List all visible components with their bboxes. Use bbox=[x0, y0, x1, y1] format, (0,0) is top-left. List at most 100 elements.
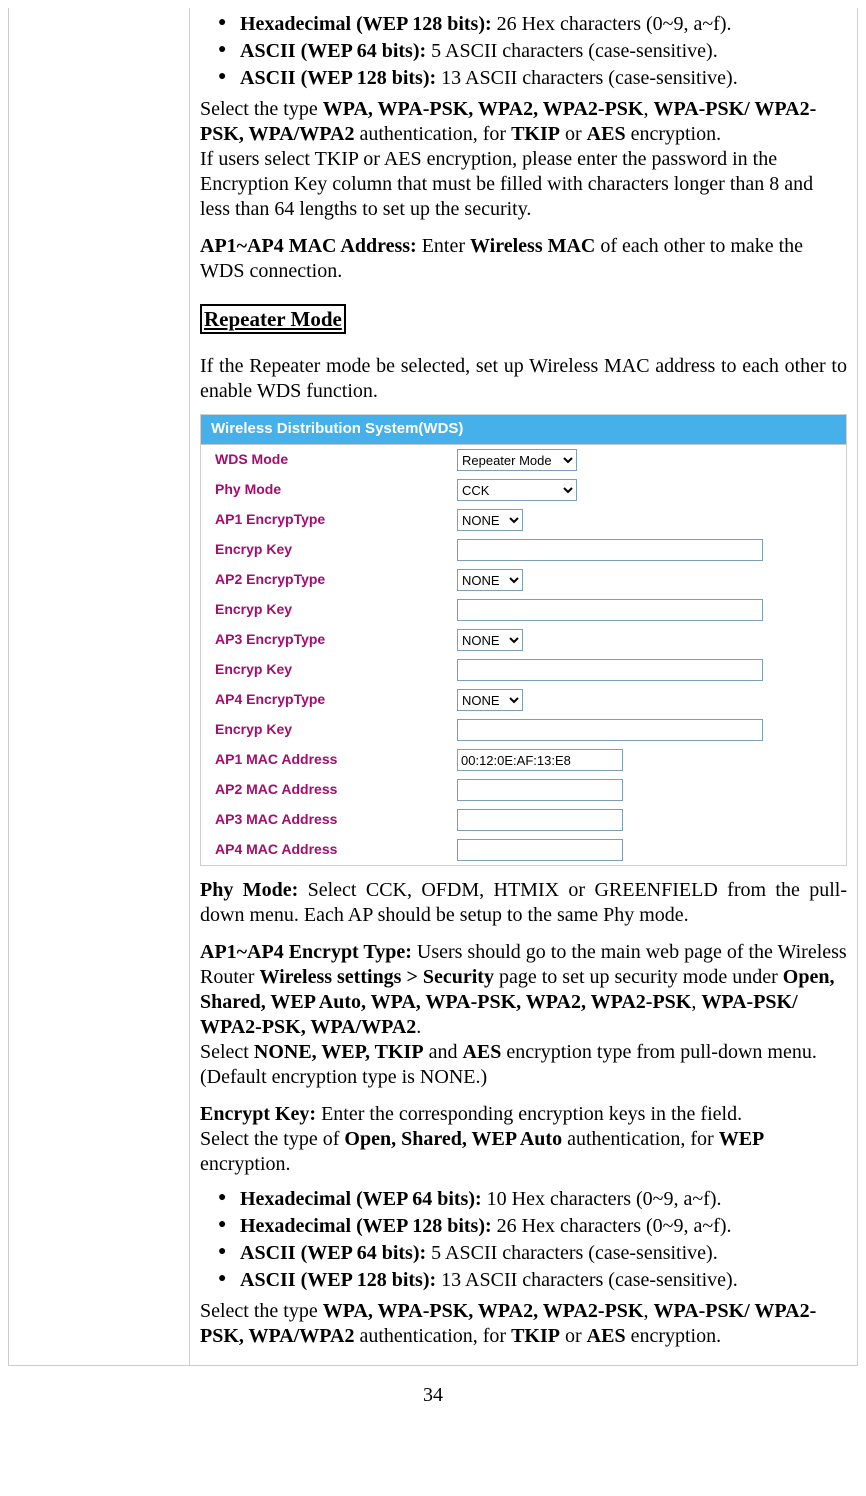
paragraph-macaddr: AP1~AP4 MAC Address: Enter Wireless MAC … bbox=[200, 234, 847, 284]
text: Select bbox=[200, 1041, 254, 1063]
paragraph-encrypt-type: AP1~AP4 Encrypt Type: Users should go to… bbox=[200, 940, 847, 1090]
bullet-strong: ASCII (WEP 128 bits): bbox=[240, 67, 436, 89]
text-bold: TKIP bbox=[511, 123, 560, 145]
ap4-mac-input[interactable] bbox=[457, 839, 623, 861]
ap4-encryptype-select[interactable]: NONE bbox=[457, 689, 523, 711]
text: encryption. bbox=[626, 123, 722, 145]
paragraph-auth-bottom: Select the type WPA, WPA-PSK, WPA2, WPA2… bbox=[200, 1299, 847, 1349]
paragraph-encrypt-key: Encrypt Key: Enter the corresponding enc… bbox=[200, 1102, 847, 1177]
ap2-mac-control bbox=[457, 779, 832, 801]
bullet-text: 13 ASCII characters (case-sensitive). bbox=[436, 1269, 738, 1291]
ap1-encryptype-select[interactable]: NONE bbox=[457, 509, 523, 531]
ap3-mac-input[interactable] bbox=[457, 809, 623, 831]
encryp-key-label: Encryp Key bbox=[215, 601, 457, 619]
wds-row-key4: Encryp Key bbox=[201, 715, 846, 745]
ap3-encryptype-control: NONE bbox=[457, 629, 832, 651]
ap1-mac-input[interactable] bbox=[457, 749, 623, 771]
ap2-encryptype-select[interactable]: NONE bbox=[457, 569, 523, 591]
paragraph-auth-top: Select the type WPA, WPA-PSK, WPA2, WPA2… bbox=[200, 97, 847, 222]
encryp-key-control bbox=[457, 599, 832, 621]
text: , bbox=[643, 1300, 653, 1322]
page-table: Hexadecimal (WEP 128 bits): 26 Hex chara… bbox=[8, 8, 858, 1366]
encryp-key-control bbox=[457, 539, 832, 561]
wds-row-enc2: AP2 EncrypType NONE bbox=[201, 565, 846, 595]
text: Enter the corresponding encryption keys … bbox=[316, 1103, 742, 1125]
text: or bbox=[560, 123, 587, 145]
ap2-mac-input[interactable] bbox=[457, 779, 623, 801]
bullet-text: 13 ASCII characters (case-sensitive). bbox=[436, 67, 738, 89]
ap1-mac-label: AP1 MAC Address bbox=[215, 751, 457, 769]
wds-row-mode: WDS Mode Repeater Mode bbox=[201, 445, 846, 475]
list-item: Hexadecimal (WEP 128 bits): 26 Hex chara… bbox=[218, 12, 847, 37]
wds-mode-select[interactable]: Repeater Mode bbox=[457, 449, 577, 471]
list-item: ASCII (WEP 64 bits): 5 ASCII characters … bbox=[218, 39, 847, 64]
wds-row-key1: Encryp Key bbox=[201, 535, 846, 565]
ap2-encryptype-control: NONE bbox=[457, 569, 832, 591]
bullet-strong: Hexadecimal (WEP 64 bits): bbox=[240, 1188, 482, 1210]
encryp-key-control bbox=[457, 719, 832, 741]
text: , bbox=[643, 98, 653, 120]
top-bullet-list: Hexadecimal (WEP 128 bits): 26 Hex chara… bbox=[200, 12, 847, 91]
wds-row-key2: Encryp Key bbox=[201, 595, 846, 625]
ap3-encryptype-label: AP3 EncrypType bbox=[215, 631, 457, 649]
ap4-encryptype-label: AP4 EncrypType bbox=[215, 691, 457, 709]
text-bold: TKIP bbox=[511, 1325, 560, 1347]
bullet-strong: ASCII (WEP 64 bits): bbox=[240, 1242, 426, 1264]
wds-row-enc3: AP3 EncrypType NONE bbox=[201, 625, 846, 655]
text-bold: WPA, WPA-PSK, WPA2, WPA2-PSK bbox=[323, 1300, 644, 1322]
right-column: Hexadecimal (WEP 128 bits): 26 Hex chara… bbox=[190, 8, 857, 1365]
text: Select the type of bbox=[200, 1128, 344, 1150]
phy-mode-select[interactable]: CCK bbox=[457, 479, 577, 501]
ap1-encryptype-control: NONE bbox=[457, 509, 832, 531]
ap2-encryp-key-input[interactable] bbox=[457, 599, 763, 621]
ap1-encryptype-label: AP1 EncrypType bbox=[215, 511, 457, 529]
ap4-encryp-key-input[interactable] bbox=[457, 719, 763, 741]
wds-row-mac4: AP4 MAC Address bbox=[201, 835, 846, 865]
list-item: Hexadecimal (WEP 64 bits): 10 Hex charac… bbox=[218, 1187, 847, 1212]
ap1-mac-control bbox=[457, 749, 832, 771]
text: Select CCK, OFDM, HTMIX or GREENFIELD fr… bbox=[200, 879, 847, 926]
ap2-mac-label: AP2 MAC Address bbox=[215, 781, 457, 799]
text-bold: Wireless settings > Security bbox=[259, 966, 494, 988]
bullet-strong: ASCII (WEP 128 bits): bbox=[240, 1269, 436, 1291]
ap1-encryp-key-input[interactable] bbox=[457, 539, 763, 561]
ap3-encryptype-select[interactable]: NONE bbox=[457, 629, 523, 651]
ap3-mac-label: AP3 MAC Address bbox=[215, 811, 457, 829]
ap4-mac-control bbox=[457, 839, 832, 861]
text: . bbox=[416, 1016, 421, 1038]
phy-mode-control: CCK bbox=[457, 479, 832, 501]
ap3-encryp-key-input[interactable] bbox=[457, 659, 763, 681]
text-bold: AP1~AP4 Encrypt Type: bbox=[200, 941, 412, 963]
bullet-text: 5 ASCII characters (case-sensitive). bbox=[426, 1242, 718, 1264]
text: or bbox=[560, 1325, 587, 1347]
encryp-key-label: Encryp Key bbox=[215, 541, 457, 559]
wds-mode-control: Repeater Mode bbox=[457, 449, 832, 471]
list-item: ASCII (WEP 128 bits): 13 ASCII character… bbox=[218, 1268, 847, 1293]
bullet-text: 26 Hex characters (0~9, a~f). bbox=[492, 1215, 732, 1237]
page-number: 34 bbox=[0, 1384, 866, 1415]
wds-row-mac3: AP3 MAC Address bbox=[201, 805, 846, 835]
bullet-strong: ASCII (WEP 64 bits): bbox=[240, 40, 426, 62]
text: encryption. bbox=[626, 1325, 722, 1347]
text-bold: Phy Mode: bbox=[200, 879, 298, 901]
wds-row-mac2: AP2 MAC Address bbox=[201, 775, 846, 805]
encryp-key-label: Encryp Key bbox=[215, 721, 457, 739]
text-bold: Wireless MAC bbox=[470, 235, 595, 257]
text: authentication, for bbox=[354, 1325, 511, 1347]
paragraph-repeater: If the Repeater mode be selected, set up… bbox=[200, 354, 847, 404]
wds-row-enc4: AP4 EncrypType NONE bbox=[201, 685, 846, 715]
bullet-strong: Hexadecimal (WEP 128 bits): bbox=[240, 1215, 492, 1237]
text: authentication, for bbox=[354, 123, 511, 145]
ap4-encryptype-control: NONE bbox=[457, 689, 832, 711]
wds-mode-label: WDS Mode bbox=[215, 451, 457, 469]
list-item: Hexadecimal (WEP 128 bits): 26 Hex chara… bbox=[218, 1214, 847, 1239]
ap2-encryptype-label: AP2 EncrypType bbox=[215, 571, 457, 589]
text-bold: WEP bbox=[719, 1128, 765, 1150]
bullet-text: 10 Hex characters (0~9, a~f). bbox=[482, 1188, 722, 1210]
text: Enter bbox=[417, 235, 470, 257]
ap3-mac-control bbox=[457, 809, 832, 831]
bullet-text: 5 ASCII characters (case-sensitive). bbox=[426, 40, 718, 62]
text-bold: NONE, WEP, TKIP bbox=[254, 1041, 424, 1063]
text: Select the type bbox=[200, 1300, 323, 1322]
text: encryption. bbox=[200, 1153, 291, 1175]
